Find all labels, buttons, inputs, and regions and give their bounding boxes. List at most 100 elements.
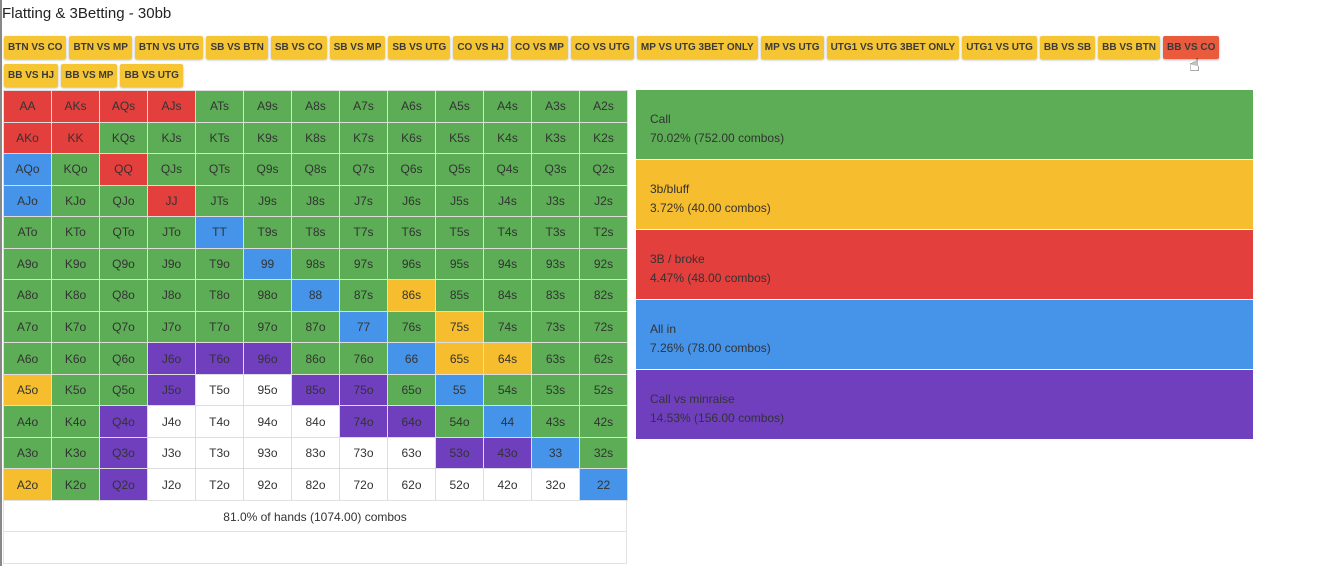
hand-cell[interactable]: K3s [532, 122, 580, 155]
hand-cell[interactable]: J6s [388, 185, 436, 218]
hand-cell[interactable]: 62o [388, 469, 436, 501]
hand-cell[interactable]: J9s [244, 185, 292, 218]
tab-mp-vs-utg[interactable]: MP VS UTG [760, 36, 824, 59]
tab-bb-vs-sb[interactable]: BB VS SB [1039, 36, 1096, 59]
hand-cell[interactable]: T3o [196, 437, 244, 470]
hand-cell[interactable]: AKs [52, 91, 100, 123]
hand-cell[interactable]: J8o [148, 280, 196, 312]
hand-cell[interactable]: 97o [244, 311, 292, 344]
hand-cell[interactable]: Q5s [436, 154, 484, 186]
hand-cell[interactable]: Q2s [580, 154, 628, 186]
hand-cell[interactable]: A5o [4, 374, 52, 407]
hand-cell[interactable]: KJs [148, 122, 196, 155]
hand-cell[interactable]: 63o [388, 437, 436, 470]
hand-cell[interactable]: 53o [436, 437, 484, 470]
hand-cell[interactable]: AQs [100, 91, 148, 123]
hand-cell[interactable]: A7s [340, 91, 388, 123]
tab-bb-vs-btn[interactable]: BB VS BTN [1098, 36, 1161, 59]
tab-btn-vs-mp[interactable]: BTN VS MP [69, 36, 132, 59]
hand-cell[interactable]: Q6o [100, 343, 148, 375]
hand-cell[interactable]: 87o [292, 311, 340, 344]
hand-cell[interactable]: AA [4, 91, 52, 123]
hand-cell[interactable]: A9s [244, 91, 292, 123]
tab-co-vs-hj[interactable]: CO VS HJ [453, 36, 508, 59]
hand-cell[interactable]: T3s [532, 217, 580, 249]
hand-cell[interactable]: J9o [148, 248, 196, 281]
hand-cell[interactable]: 92s [580, 248, 628, 281]
hand-cell[interactable]: 33 [532, 437, 580, 470]
hand-cell[interactable]: A2s [580, 91, 628, 123]
hand-cell[interactable]: 32o [532, 469, 580, 501]
hand-cell[interactable]: 76s [388, 311, 436, 344]
hand-cell[interactable]: TT [196, 217, 244, 249]
tab-utg1-vs-utg[interactable]: UTG1 VS UTG [962, 36, 1037, 59]
hand-cell[interactable]: K7o [52, 311, 100, 344]
hand-cell[interactable]: K2o [52, 469, 100, 501]
hand-cell[interactable]: 73o [340, 437, 388, 470]
hand-cell[interactable]: KJo [52, 185, 100, 218]
hand-cell[interactable]: 43o [484, 437, 532, 470]
hand-cell[interactable]: KTo [52, 217, 100, 249]
hand-cell[interactable]: T6s [388, 217, 436, 249]
hand-cell[interactable]: 94o [244, 406, 292, 438]
hand-cell[interactable]: T9o [196, 248, 244, 281]
hand-cell[interactable]: 98s [292, 248, 340, 281]
tab-bb-vs-mp[interactable]: BB VS MP [61, 64, 118, 87]
hand-cell[interactable]: J2s [580, 185, 628, 218]
hand-cell[interactable]: K4s [484, 122, 532, 155]
hand-cell[interactable]: Q9o [100, 248, 148, 281]
hand-cell[interactable]: Q2o [100, 469, 148, 501]
hand-cell[interactable]: 44 [484, 406, 532, 438]
hand-cell[interactable]: A6o [4, 343, 52, 375]
hand-cell[interactable]: J7s [340, 185, 388, 218]
hand-cell[interactable]: 54o [436, 406, 484, 438]
hand-cell[interactable]: K5s [436, 122, 484, 155]
hand-cell[interactable]: AKo [4, 122, 52, 155]
hand-cell[interactable]: 43s [532, 406, 580, 438]
hand-cell[interactable]: AJs [148, 91, 196, 123]
tab-btn-vs-co[interactable]: BTN VS CO [4, 36, 67, 59]
hand-cell[interactable]: 64o [388, 406, 436, 438]
hand-cell[interactable]: QJo [100, 185, 148, 218]
hand-cell[interactable]: K6o [52, 343, 100, 375]
hand-cell[interactable]: KK [52, 122, 100, 155]
hand-cell[interactable]: J2o [148, 469, 196, 501]
tab-btn-vs-utg[interactable]: BTN VS UTG [134, 36, 204, 59]
hand-cell[interactable]: Q7s [340, 154, 388, 186]
hand-cell[interactable]: A8o [4, 280, 52, 312]
hand-cell[interactable]: T8s [292, 217, 340, 249]
hand-cell[interactable]: Q4o [100, 406, 148, 438]
hand-cell[interactable]: KQo [52, 154, 100, 186]
hand-cell[interactable]: A3s [532, 91, 580, 123]
tab-utg1-vs-utg-3bet-only[interactable]: UTG1 VS UTG 3BET ONLY [826, 36, 960, 59]
hand-cell[interactable]: 97s [340, 248, 388, 281]
hand-cell[interactable]: 52s [580, 374, 628, 407]
hand-cell[interactable]: J8s [292, 185, 340, 218]
hand-cell[interactable]: 82s [580, 280, 628, 312]
hand-cell[interactable]: K4o [52, 406, 100, 438]
hand-cell[interactable]: 77 [340, 311, 388, 344]
legend-item-allin[interactable]: All in 7.26% (78.00 combos) [636, 300, 1253, 369]
hand-cell[interactable]: K8o [52, 280, 100, 312]
hand-cell[interactable]: 99 [244, 248, 292, 281]
hand-cell[interactable]: A9o [4, 248, 52, 281]
hand-cell[interactable]: 75s [436, 311, 484, 344]
hand-cell[interactable]: QTo [100, 217, 148, 249]
tab-sb-vs-co[interactable]: SB VS CO [270, 36, 327, 59]
hand-cell[interactable]: K6s [388, 122, 436, 155]
hand-cell[interactable]: K2s [580, 122, 628, 155]
hand-cell[interactable]: 83s [532, 280, 580, 312]
hand-cell[interactable]: T7s [340, 217, 388, 249]
hand-cell[interactable]: 65s [436, 343, 484, 375]
hand-cell[interactable]: 76o [340, 343, 388, 375]
hand-cell[interactable]: K3o [52, 437, 100, 470]
legend-item-broke[interactable]: 3B / broke 4.47% (48.00 combos) [636, 230, 1253, 299]
tab-sb-vs-mp[interactable]: SB VS MP [329, 36, 386, 59]
hand-cell[interactable]: T5s [436, 217, 484, 249]
hand-cell[interactable]: KQs [100, 122, 148, 155]
hand-cell[interactable]: 32s [580, 437, 628, 470]
hand-cell[interactable]: J4s [484, 185, 532, 218]
hand-cell[interactable]: Q4s [484, 154, 532, 186]
hand-cell[interactable]: T6o [196, 343, 244, 375]
hand-cell[interactable]: JTo [148, 217, 196, 249]
